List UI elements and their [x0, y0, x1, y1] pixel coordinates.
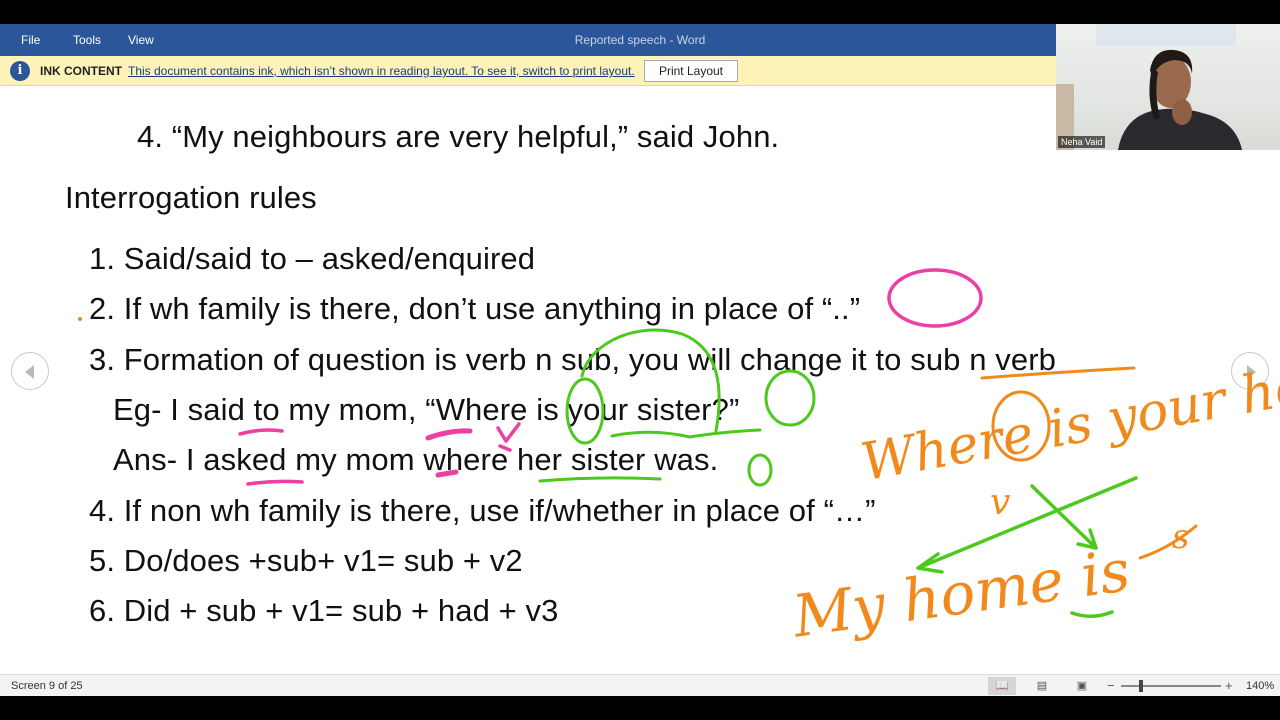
zoom-slider-handle[interactable]	[1139, 680, 1143, 692]
chevron-left-icon	[25, 365, 34, 379]
orange-ink-circle	[991, 390, 1051, 462]
zoom-level[interactable]: 140%	[1246, 675, 1274, 697]
zoom-slider-track[interactable]	[1121, 685, 1221, 687]
green-ink-arrow	[1030, 484, 1098, 550]
ink-annotations: Where is your home? My home is v s	[78, 268, 1280, 651]
infobar-title: INK CONTENT	[40, 64, 122, 78]
participant-video-feed	[1056, 24, 1242, 150]
participant-video-tile[interactable]: Neha Vaid	[1056, 24, 1280, 150]
status-bar: Screen 9 of 25 📖 ▤ ▣ − + 140%	[0, 674, 1280, 696]
document-page: 4. “My neighbours are very helpful,” sai…	[0, 86, 1280, 674]
print-layout-button[interactable]: Print Layout	[644, 60, 738, 82]
menu-tools[interactable]: Tools	[69, 24, 105, 56]
handwriting-s-mark: s	[1172, 517, 1189, 557]
participant-name-tag: Neha Vaid	[1058, 136, 1106, 148]
menu-view[interactable]: View	[124, 24, 158, 56]
next-screen-button[interactable]	[1231, 352, 1269, 390]
green-ink-arrow	[916, 476, 1138, 574]
pink-ink-circle	[887, 268, 983, 328]
green-ink-underline	[538, 476, 662, 483]
zoom-out-button[interactable]: −	[1107, 675, 1115, 697]
rule-3: 3. Formation of question is verb n sub, …	[89, 342, 1056, 377]
green-ink-circle	[747, 453, 773, 487]
read-mode-view-button[interactable]: 📖	[988, 677, 1016, 695]
rule-4: 4. If non wh family is there, use if/whe…	[89, 493, 876, 528]
orange-ink-dot	[78, 317, 82, 321]
section-heading: Interrogation rules	[65, 180, 317, 215]
handwriting-v-mark: v	[990, 482, 1010, 523]
zoom-in-button[interactable]: +	[1225, 675, 1233, 697]
info-icon: i	[10, 61, 30, 81]
web-layout-view-button[interactable]: ▣	[1068, 677, 1096, 695]
pink-ink-underline	[238, 428, 284, 436]
menu-file[interactable]: File	[17, 24, 44, 56]
pink-ink-mark	[425, 428, 473, 441]
rule-1: 1. Said/said to – asked/enquired	[89, 241, 536, 276]
example-line: Eg- I said to my mom, “Where is your sis…	[113, 392, 740, 427]
green-ink-circle	[764, 369, 816, 427]
chevron-right-icon	[1247, 365, 1256, 379]
infobar-message-link[interactable]: This document contains ink, which isn’t …	[128, 56, 635, 86]
green-ink-underline	[1070, 610, 1114, 618]
rule-2: 2. If wh family is there, don’t use anyt…	[89, 291, 861, 326]
handwriting-answer: My home is	[788, 536, 1134, 651]
answer-line: Ans- I asked my mom where her sister was…	[113, 442, 719, 477]
print-layout-view-button[interactable]: ▤	[1028, 677, 1056, 695]
previous-screen-button[interactable]	[11, 352, 49, 390]
orange-ink-mark	[1138, 524, 1198, 560]
screen-counter: Screen 9 of 25	[11, 680, 83, 692]
prev-item-4: 4. “My neighbours are very helpful,” sai…	[137, 119, 780, 154]
rule-6: 6. Did + sub + v1= sub + had + v3	[89, 593, 559, 628]
pink-ink-underline	[246, 479, 304, 486]
rule-5: 5. Do/does +sub+ v1= sub + v2	[89, 543, 523, 578]
green-ink-scribble	[610, 428, 762, 439]
